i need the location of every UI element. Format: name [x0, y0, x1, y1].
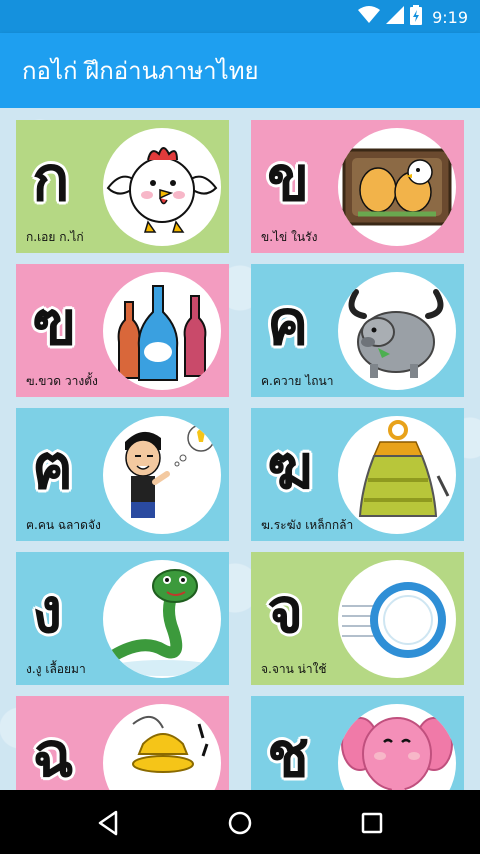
- status-icons: 9:19: [358, 5, 468, 29]
- status-time: 9:19: [432, 7, 468, 27]
- chicken-icon: [103, 128, 221, 246]
- card-kho-khuat[interactable]: ฃ ฃ.ขวด วางตั้ง: [16, 264, 229, 397]
- card-caption: ง.งู เลื้อยมา: [26, 662, 86, 676]
- recents-icon: [361, 812, 383, 834]
- home-icon: [228, 811, 252, 835]
- navigation-bar: [0, 790, 480, 854]
- eggs-in-nest-icon: [338, 128, 456, 246]
- card-caption: ฃ.ขวด วางตั้ง: [26, 374, 98, 388]
- buffalo-icon: [338, 272, 456, 390]
- home-button[interactable]: [223, 806, 257, 840]
- card-letter: ฃ: [32, 286, 76, 359]
- card-kho-khon[interactable]: ฅ ฅ.คน ฉลาดจัง: [16, 408, 229, 541]
- recents-button[interactable]: [355, 806, 389, 840]
- app-bar: กอไก่ ฝึกอ่านภาษาไทย: [0, 33, 480, 108]
- plate-icon: [338, 560, 456, 678]
- snake-icon: [103, 560, 221, 678]
- card-ko-kai[interactable]: ก ก.เอย ก.ไก่: [16, 120, 229, 253]
- card-cho-ching[interactable]: ฉ: [16, 696, 229, 790]
- status-bar: 9:19: [0, 0, 480, 33]
- card-letter: ช: [267, 718, 310, 790]
- back-button[interactable]: [91, 806, 125, 840]
- smart-person-icon: [103, 416, 221, 534]
- card-letter: ฅ: [32, 430, 74, 503]
- card-ngo-ngu[interactable]: ง ง.งู เลื้อยมา: [16, 552, 229, 685]
- card-cho-chang[interactable]: ช: [251, 696, 464, 790]
- card-caption: ค.ควาย ไถนา: [261, 374, 334, 388]
- card-letter: ฆ: [267, 430, 314, 503]
- battery-charging-icon: [410, 5, 423, 29]
- card-caption: ก.เอย ก.ไก่: [26, 230, 84, 244]
- card-caption: ข.ไข่ ในรัง: [261, 230, 318, 244]
- back-icon: [98, 810, 118, 836]
- signal-icon: [386, 6, 405, 28]
- app-title: กอไก่ ฝึกอ่านภาษาไทย: [22, 57, 259, 85]
- card-kho-khwai[interactable]: ค ค.ควาย ไถนา: [251, 264, 464, 397]
- card-cho-chan[interactable]: จ จ.จาน น่าใช้: [251, 552, 464, 685]
- card-kho-khai[interactable]: ข ข.ไข่ ในรัง: [251, 120, 464, 253]
- card-caption: ฆ.ระฆัง เหล็กกล้า: [261, 518, 354, 532]
- elephant-icon: [338, 704, 456, 790]
- cymbals-icon: [103, 704, 221, 790]
- card-caption: จ.จาน น่าใช้: [261, 662, 327, 676]
- wifi-icon: [358, 6, 381, 28]
- card-letter: ง: [32, 574, 63, 647]
- card-caption: ฅ.คน ฉลาดจัง: [26, 518, 101, 532]
- card-kho-rakhang[interactable]: ฆ ฆ.ระฆัง เหล็กกล้า: [251, 408, 464, 541]
- bottles-icon: [103, 272, 221, 390]
- card-letter: ก: [32, 142, 70, 215]
- card-letter: ค: [267, 286, 309, 359]
- bell-icon: [338, 416, 456, 534]
- letter-grid: ก ก.เอย ก.ไก่ ข ข.ไข่ ในรัง ฃ ฃ.ขวด วางต…: [0, 108, 480, 790]
- card-letter: ฉ: [32, 718, 75, 790]
- card-letter: จ: [267, 574, 304, 647]
- card-letter: ข: [267, 142, 310, 215]
